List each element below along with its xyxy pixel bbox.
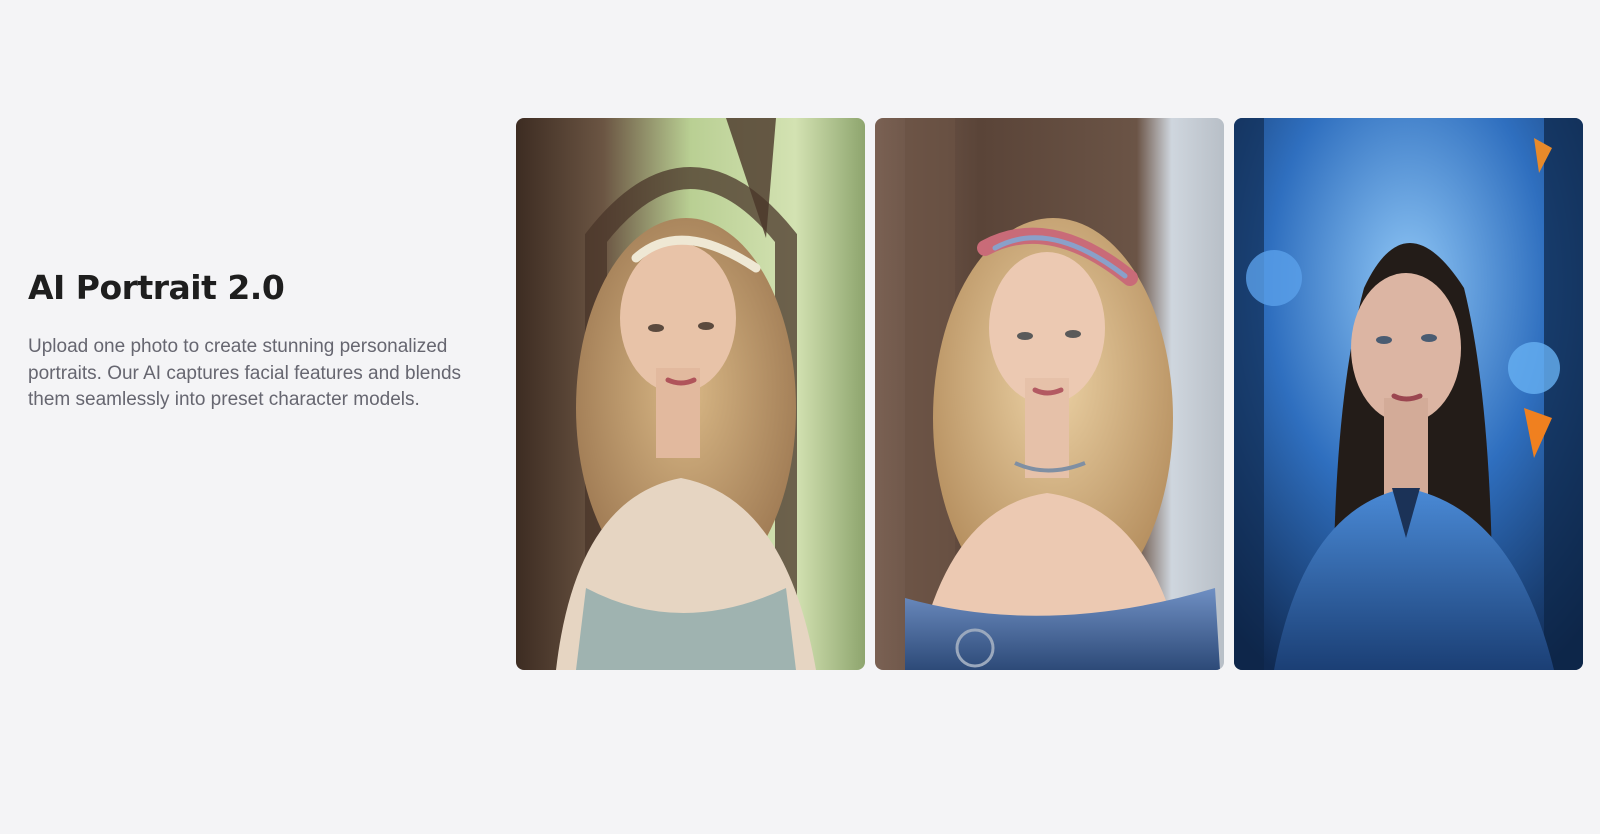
intro-block: AI Portrait 2.0 Upload one photo to crea…	[28, 268, 498, 414]
portrait-gallery	[516, 118, 1583, 670]
portrait-card-fairy-garden[interactable]	[516, 118, 865, 670]
portrait-card-blue-butterflies[interactable]	[1234, 118, 1583, 670]
page-title: AI Portrait 2.0	[28, 268, 285, 307]
intro-description: Upload one photo to create stunning pers…	[28, 336, 462, 411]
portrait-image-blue-butterflies	[1234, 118, 1583, 670]
portrait-image-fairy-garden	[516, 118, 865, 670]
ai-portrait-section: AI Portrait 2.0 Upload one photo to crea…	[0, 0, 1600, 834]
portrait-image-blue-gown	[875, 118, 1224, 670]
portrait-card-blue-gown[interactable]	[875, 118, 1224, 670]
